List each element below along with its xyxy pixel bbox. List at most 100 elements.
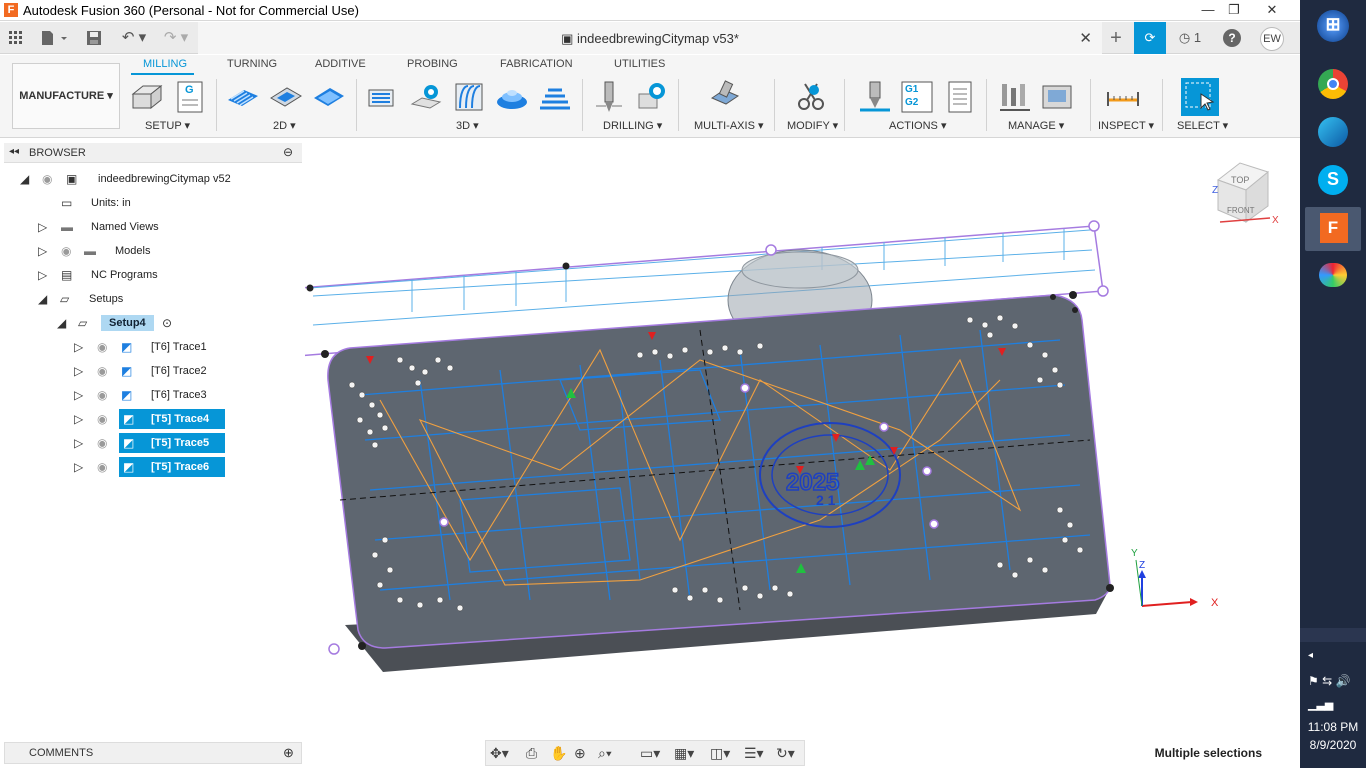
expand-arrow-icon[interactable]: ▷ — [38, 220, 47, 234]
add-comment-icon[interactable]: ⊕ — [283, 745, 294, 761]
zoom-icon[interactable]: ⊕ — [574, 745, 586, 762]
active-setup-icon[interactable]: ⊙ — [162, 316, 172, 330]
measure-icon[interactable] — [1106, 80, 1140, 114]
scallop-icon[interactable] — [538, 80, 572, 114]
nc-programs-node[interactable]: ▷ ▤ NC Programs — [0, 265, 300, 287]
3d-pocket-icon[interactable] — [409, 80, 443, 114]
group-modify[interactable]: MODIFY ▾ — [787, 119, 838, 132]
collapse-arrow-icon[interactable]: ◢ — [57, 316, 66, 330]
show-hidden-icons[interactable]: ◂ — [1308, 650, 1313, 661]
2d-adaptive-icon[interactable] — [226, 80, 260, 114]
undo-icon[interactable]: ↶ ▾ — [116, 27, 152, 49]
tab-probing[interactable]: PROBING — [407, 58, 458, 70]
visibility-eye-icon[interactable]: ◉ — [97, 436, 107, 450]
refresh-icon[interactable]: ↻▾ — [776, 745, 795, 762]
viewcube[interactable]: TOP FRONT X Z — [1212, 162, 1279, 226]
operation-trace4[interactable]: ▷ ◉ ◩ [T5] Trace4 — [0, 409, 300, 431]
tab-turning[interactable]: TURNING — [227, 58, 277, 70]
parallel-icon[interactable] — [452, 80, 486, 114]
operation-trace2[interactable]: ▷ ◉ ◩ [T6] Trace2 — [0, 361, 300, 383]
system-tray-icons[interactable]: ⚑ ⇆ 🔊 — [1308, 674, 1350, 688]
user-avatar[interactable]: EW — [1256, 22, 1288, 54]
expand-arrow-icon[interactable]: ▷ — [74, 412, 83, 426]
document-tab[interactable]: ▣ indeedbrewingCitymap v53* ✕ — [198, 22, 1102, 54]
edge-icon[interactable] — [1305, 111, 1361, 155]
canvas-viewport[interactable]: 2025 2 1 TOP FRONT X Z X Y Z — [282, 139, 1300, 739]
redo-icon[interactable]: ↷ ▾ — [158, 27, 194, 49]
start-button[interactable]: ⊞ — [1305, 4, 1361, 48]
post-process-icon[interactable]: G1 G2 — [900, 80, 934, 114]
collapse-arrow-icon[interactable]: ◢ — [38, 292, 47, 306]
close-tab-icon[interactable]: ✕ — [1079, 29, 1092, 47]
fit-icon[interactable]: ⌕▾ — [598, 745, 612, 762]
operation-trace6[interactable]: ▷ ◉ ◩ [T5] Trace6 — [0, 457, 300, 479]
visibility-eye-icon[interactable]: ◉ — [97, 412, 107, 426]
group-drilling[interactable]: DRILLING ▾ — [603, 119, 662, 132]
expand-arrow-icon[interactable]: ▷ — [74, 340, 83, 354]
network-icon[interactable]: ▁▃▅ — [1308, 698, 1333, 711]
group-inspect[interactable]: INSPECT ▾ — [1098, 119, 1154, 132]
look-at-icon[interactable]: ⎙ — [526, 745, 537, 762]
display-settings-icon[interactable]: ▭▾ — [640, 745, 660, 762]
layers-icon[interactable]: ☰▾ — [744, 745, 764, 762]
workspace-switcher[interactable]: MANUFACTURE ▾ — [12, 63, 120, 129]
setup4-node[interactable]: ◢ ▱ Setup4 ⊙ — [0, 313, 300, 335]
units-node[interactable]: ▭ Units: in — [0, 193, 300, 215]
comments-panel[interactable]: COMMENTS ⊕ — [4, 742, 302, 764]
select-icon[interactable] — [1181, 78, 1219, 116]
hole-recognition-icon[interactable] — [635, 80, 669, 114]
2d-pocket-icon[interactable] — [269, 80, 303, 114]
collapse-arrow-icon[interactable]: ◢ — [20, 172, 29, 186]
new-tab-icon[interactable]: + — [1100, 22, 1132, 54]
face-icon[interactable] — [312, 80, 346, 114]
expand-arrow-icon[interactable]: ▷ — [74, 436, 83, 450]
system-clock[interactable]: 11:08 PM 8/9/2020 — [1300, 718, 1366, 754]
contour-icon[interactable] — [495, 80, 529, 114]
setup-sheet-doc-icon[interactable] — [943, 80, 977, 114]
visibility-eye-icon[interactable]: ◉ — [61, 244, 71, 258]
operation-trace1[interactable]: ▷ ◉ ◩ [T6] Trace1 — [0, 337, 300, 359]
simulate-icon[interactable] — [858, 80, 892, 114]
visibility-eye-icon[interactable]: ◉ — [97, 388, 107, 402]
group-select[interactable]: SELECT ▾ — [1177, 119, 1228, 132]
visibility-eye-icon[interactable]: ◉ — [42, 172, 52, 186]
grid-settings-icon[interactable]: ▦▾ — [674, 745, 694, 762]
extensions-icon[interactable]: ⟳ — [1134, 22, 1166, 54]
expand-arrow-icon[interactable]: ▷ — [74, 364, 83, 378]
skype-icon[interactable]: S — [1305, 159, 1361, 203]
chrome-icon[interactable] — [1305, 63, 1361, 107]
modify-icon[interactable] — [794, 80, 828, 114]
group-setup[interactable]: SETUP ▾ — [145, 119, 190, 132]
3d-adaptive-icon[interactable] — [366, 80, 400, 114]
pan-icon[interactable]: ✋ — [550, 745, 567, 762]
new-setup-icon[interactable] — [130, 80, 164, 114]
close-window-icon[interactable]: ✕ — [1260, 0, 1284, 20]
setup-sheet-icon[interactable]: G — [173, 80, 207, 114]
group-multi-axis[interactable]: MULTI-AXIS ▾ — [694, 119, 764, 132]
visibility-eye-icon[interactable]: ◉ — [97, 364, 107, 378]
models-node[interactable]: ▷ ◉ ▬ Models — [0, 241, 300, 263]
collapse-panel-icon[interactable]: ◂◂ — [9, 146, 19, 157]
multi-axis-icon[interactable] — [708, 80, 742, 114]
app-grid-icon[interactable] — [6, 27, 26, 49]
tab-additive[interactable]: ADDITIVE — [315, 58, 366, 70]
named-views-node[interactable]: ▷ ▬ Named Views — [0, 217, 300, 239]
viewports-icon[interactable]: ◫▾ — [710, 745, 730, 762]
help-icon[interactable]: ? — [1216, 22, 1248, 54]
tree-root[interactable]: ◢ ◉ ▣ indeedbrewingCitymap v52 — [0, 169, 300, 191]
restore-icon[interactable]: ❐ — [1222, 0, 1246, 20]
tab-milling[interactable]: MILLING — [143, 58, 187, 70]
group-3d[interactable]: 3D ▾ — [456, 119, 479, 132]
model-canvas[interactable]: 2025 2 1 TOP FRONT X Z X Y Z — [282, 139, 1300, 739]
setups-node[interactable]: ◢ ▱ Setups — [0, 289, 300, 311]
tab-fabrication[interactable]: FABRICATION — [500, 58, 573, 70]
minimize-icon[interactable]: — — [1196, 0, 1220, 20]
expand-arrow-icon[interactable]: ▷ — [74, 388, 83, 402]
save-icon[interactable] — [84, 27, 104, 49]
operation-trace5[interactable]: ▷ ◉ ◩ [T5] Trace5 — [0, 433, 300, 455]
visibility-eye-icon[interactable]: ◉ — [97, 460, 107, 474]
tab-utilities[interactable]: UTILITIES — [614, 58, 665, 70]
visibility-eye-icon[interactable]: ◉ — [97, 340, 107, 354]
file-menu-icon[interactable] — [38, 27, 70, 49]
tool-library-icon[interactable] — [998, 80, 1032, 114]
